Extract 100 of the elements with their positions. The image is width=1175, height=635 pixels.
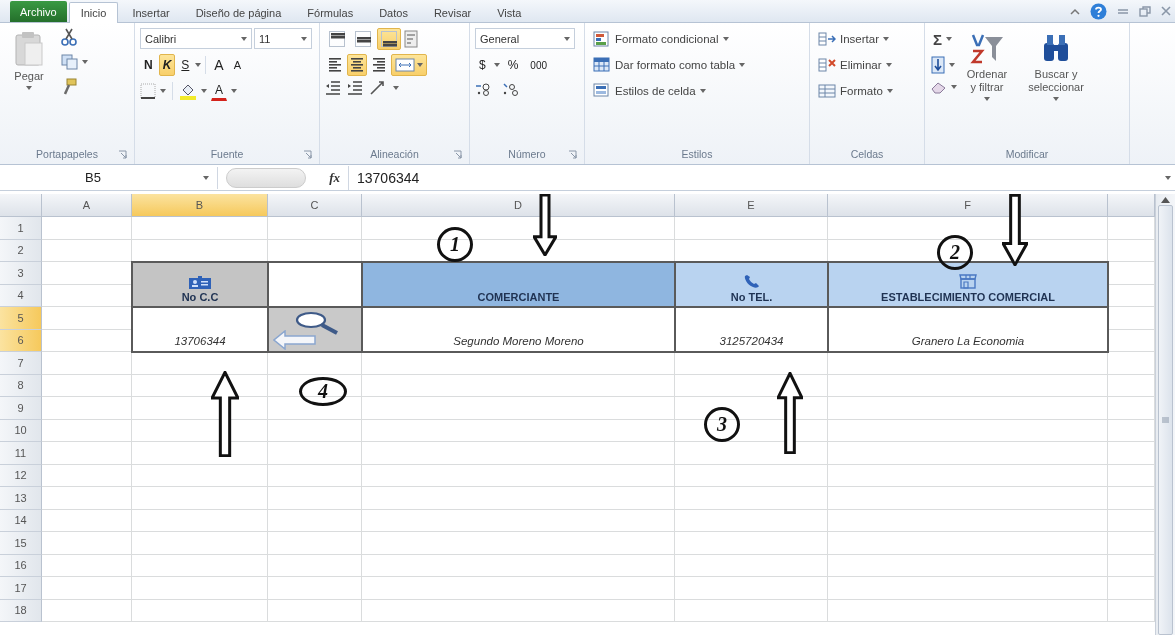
row-header[interactable]: 10 [0,419,42,442]
search-icon [293,311,341,335]
header-label: ESTABLECIMIENTO COMERCIAL [881,291,1055,303]
group-title: Estilos [681,148,713,161]
increase-indent-icon[interactable] [347,80,363,97]
shrink-font-button[interactable]: A [229,54,246,77]
row-header[interactable]: 3 [0,262,42,285]
ribbon-tab[interactable]: Revisar [421,2,484,24]
help-icon[interactable] [1090,2,1107,20]
currency-button[interactable]: $ [475,54,490,77]
underline-button[interactable]: S [177,54,194,77]
circled-number: 4 [299,377,347,406]
ribbon-tab[interactable]: Datos [367,2,420,24]
cells-menu-button[interactable]: Formato [815,80,896,103]
close-icon[interactable] [1161,6,1171,17]
fill-color-icon[interactable] [179,82,197,101]
format-painter-icon[interactable] [61,78,77,97]
table-cell: Segundo Moreno Moreno [453,335,584,348]
paste-button[interactable]: Pegar [5,28,53,145]
italic-button[interactable]: K [158,54,176,77]
font-color-button[interactable]: A [211,81,227,102]
dialog-launcher-icon[interactable] [568,150,577,160]
collapse-ribbon-icon[interactable] [1070,7,1080,15]
decrease-indent-icon[interactable] [325,80,341,97]
percent-button[interactable]: % [503,54,523,77]
group-title: Portapapeles [36,148,98,161]
row-header[interactable]: 7 [0,352,42,375]
caret-icon [26,86,32,91]
decrease-decimal-icon[interactable] [501,81,519,98]
insert-function-button[interactable]: fx [329,169,340,186]
dialog-launcher-icon[interactable] [453,150,462,160]
font-name-field[interactable]: Calibri [140,28,252,50]
find-select-button[interactable]: Buscar y seleccionar [1017,28,1095,145]
increase-decimal-icon[interactable] [475,81,493,98]
column-header[interactable]: C [268,194,362,217]
row-header[interactable]: 11 [0,442,42,465]
ribbon-tab[interactable]: Insertar [120,2,182,24]
caret-icon [564,36,570,41]
vertical-scrollbar[interactable] [1155,194,1175,635]
column-header[interactable]: E [675,194,828,217]
formula-field[interactable]: 13706344 [348,165,1175,190]
ribbon-tab[interactable]: Inicio [68,2,119,24]
number-format-field[interactable]: General [475,28,575,50]
cells-menu-button[interactable]: Insertar [815,28,892,51]
row-header[interactable]: 17 [0,577,42,600]
copy-icon[interactable] [61,54,79,71]
styles-menu-button[interactable]: Dar formato como tabla [590,54,749,77]
file-tab[interactable]: Archivo [10,1,67,23]
row-header[interactable]: 4 [0,284,42,307]
styles-menu-button[interactable]: Formato condicional [590,28,732,51]
wrap-text-icon[interactable] [403,30,421,49]
borders-icon[interactable] [140,83,156,100]
scroll-up-icon[interactable] [1161,197,1170,203]
dialog-launcher-icon[interactable] [303,150,312,160]
row-header[interactable]: 12 [0,464,42,487]
row-header[interactable]: 8 [0,374,42,397]
autosum-button[interactable]: Σ [930,28,955,51]
row-header[interactable]: 5 [0,307,42,330]
row-header[interactable]: 16 [0,554,42,577]
ribbon-tab[interactable]: Diseño de página [183,2,294,24]
dialog-launcher-icon[interactable] [118,150,127,160]
caret-icon [1165,175,1171,180]
thousands-button[interactable]: 000 [526,54,552,77]
row-header[interactable]: 13 [0,487,42,510]
styles-menu-button[interactable]: Estilos de celda [590,80,709,103]
row-header[interactable]: 14 [0,509,42,532]
restore-icon[interactable] [1139,5,1151,17]
column-header[interactable]: B [132,194,268,217]
row-header[interactable]: 15 [0,532,42,555]
cell-styles-icon [593,83,611,100]
column-header[interactable]: F [828,194,1108,217]
group-title: Alineación [370,148,419,161]
row-header[interactable]: 2 [0,239,42,262]
horizontal-align-button[interactable] [347,54,367,77]
row-header[interactable]: 6 [0,329,42,352]
column-header[interactable]: D [362,194,675,217]
fill-down-icon[interactable] [930,56,946,75]
column-header[interactable]: A [42,194,132,217]
caret-icon [231,89,237,94]
grow-font-button[interactable]: A [210,54,228,77]
scrollbar-thumb[interactable] [1158,205,1173,635]
circled-number: 2 [937,235,973,270]
row-header[interactable]: 1 [0,217,42,240]
scissors-icon[interactable] [61,28,77,47]
name-box[interactable]: B5 [0,166,218,189]
ribbon-tab[interactable]: Vista [485,2,534,24]
vertical-align-button[interactable] [377,28,401,51]
align-left-icon [329,58,341,72]
search-button[interactable] [267,306,363,353]
sort-filter-button[interactable]: Ordenar y filtrar [959,28,1015,145]
ribbon-tab[interactable]: Fórmulas [295,2,366,24]
font-size-field[interactable]: 11 [254,28,312,50]
bold-button[interactable]: N [140,54,157,77]
row-header[interactable]: 18 [0,599,42,622]
cells-menu-button[interactable]: Eliminar [815,54,895,77]
button-label: Buscar y seleccionar [1027,68,1085,95]
row-header[interactable]: 9 [0,397,42,420]
merge-center-button[interactable] [391,54,427,77]
text-orientation-icon[interactable] [369,80,387,97]
eraser-icon[interactable] [930,80,948,95]
